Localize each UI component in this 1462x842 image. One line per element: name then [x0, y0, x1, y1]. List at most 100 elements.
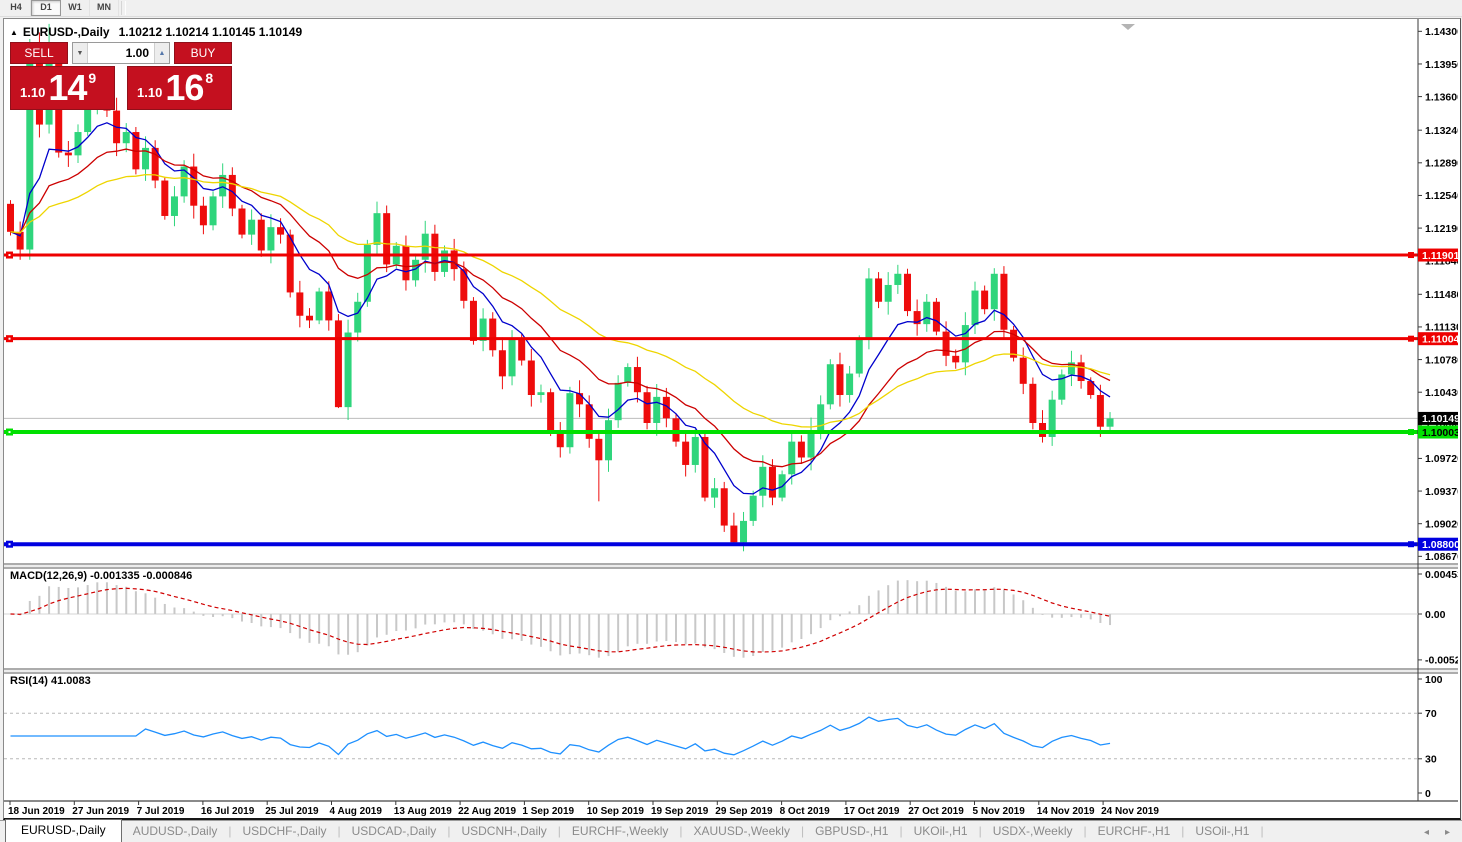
candle-body: [673, 418, 680, 441]
candle-body: [808, 430, 815, 457]
candle-body: [576, 393, 583, 404]
volume-input[interactable]: [88, 43, 154, 63]
candle-body: [123, 132, 130, 143]
timeframe-h4[interactable]: H4: [2, 0, 31, 16]
scroll-to-end-icon[interactable]: [1121, 24, 1135, 30]
candle-body: [518, 339, 525, 360]
sell-button[interactable]: SELL: [10, 42, 68, 64]
candle-body: [1039, 423, 1046, 437]
candle-body: [499, 350, 506, 376]
price-tick-label: 1.09370: [1425, 486, 1458, 498]
chart-canvas[interactable]: 1.143001.139501.136001.132401.128901.125…: [4, 19, 1458, 816]
candle-body: [248, 220, 255, 235]
hline-handle-dot: [9, 254, 11, 256]
date-label: 17 Oct 2019: [844, 806, 900, 816]
timeframe-toolbar: H4D1W1MN: [0, 0, 1462, 17]
tab-usoil-h1[interactable]: USOil-,H1: [1184, 821, 1260, 842]
tab-eurchf-h1[interactable]: EURCHF-,H1: [1087, 821, 1182, 842]
candle-body: [258, 220, 265, 251]
price-tick-label: 1.11130: [1425, 322, 1458, 334]
candle-body: [451, 250, 458, 269]
date-label: 18 Jun 2019: [8, 806, 65, 816]
candle-body: [537, 392, 544, 395]
rsi-axis-label: 100: [1425, 674, 1443, 686]
tab-xauusd-weekly[interactable]: XAUUSD-,Weekly: [682, 821, 800, 842]
candle-body: [1097, 395, 1104, 427]
volume-decrease-button[interactable]: ▼: [73, 43, 88, 63]
candle-body: [306, 316, 313, 321]
tab-ukoil-h1[interactable]: UKOil-,H1: [903, 821, 979, 842]
hline-right-handle[interactable]: [1408, 429, 1414, 435]
candle-body: [374, 213, 381, 245]
candle-body: [238, 209, 245, 235]
collapse-chart-icon[interactable]: ▲: [10, 28, 18, 37]
macd-axis-label: 0.00: [1425, 609, 1446, 621]
candle-body: [875, 278, 882, 301]
candle-body: [509, 339, 516, 376]
hline-price-label-text: 1.10003: [1422, 427, 1458, 439]
pane-splitter[interactable]: [4, 565, 1458, 567]
buy-button[interactable]: BUY: [174, 42, 232, 64]
tab-gbpusd-h1[interactable]: GBPUSD-,H1: [804, 821, 899, 842]
timeframe-w1[interactable]: W1: [61, 0, 90, 16]
date-label: 27 Oct 2019: [908, 806, 964, 816]
tab-usdx-weekly[interactable]: USDX-,Weekly: [982, 821, 1084, 842]
chart-window: 1.143001.139501.136001.132401.128901.125…: [3, 18, 1461, 820]
chart-title: ▲EURUSD-,Daily1.10212 1.10214 1.10145 1.…: [10, 25, 302, 39]
price-tick-label: 1.14300: [1425, 26, 1458, 38]
tab-usdchf-daily[interactable]: USDCHF-,Daily: [232, 821, 338, 842]
hline-right-handle[interactable]: [1408, 336, 1414, 342]
candle-body: [190, 167, 197, 206]
price-tick-label: 1.13950: [1425, 59, 1458, 71]
hline-right-handle[interactable]: [1408, 252, 1414, 258]
tab-scroll-left-icon[interactable]: ◂: [1424, 827, 1429, 838]
date-label: 5 Nov 2019: [973, 806, 1026, 816]
buy-price-display[interactable]: 1.10 16 8: [127, 66, 232, 110]
date-label: 19 Sep 2019: [651, 806, 709, 816]
candle-body: [181, 167, 188, 197]
candle-body: [769, 467, 776, 498]
candle-body: [296, 292, 303, 315]
hline-right-handle[interactable]: [1408, 541, 1414, 547]
buy-price-big: 16: [165, 72, 203, 104]
tab-scroll-right-icon[interactable]: ▸: [1445, 827, 1450, 838]
candle-body: [547, 392, 554, 432]
tab-eurchf-weekly[interactable]: EURCHF-,Weekly: [561, 821, 679, 842]
candle-body: [277, 227, 284, 234]
candle-body: [759, 467, 766, 496]
timeframe-d1[interactable]: D1: [31, 0, 61, 16]
candle-body: [846, 374, 853, 395]
candle-body: [991, 274, 998, 309]
candle-body: [566, 393, 573, 447]
candle-body: [431, 234, 438, 272]
candle-body: [615, 383, 622, 420]
price-tick-label: 1.12190: [1425, 223, 1458, 235]
candle-body: [161, 181, 168, 216]
volume-increase-button[interactable]: ▲: [154, 43, 169, 63]
pane-splitter[interactable]: [4, 670, 1458, 672]
sell-price-display[interactable]: 1.10 14 9: [10, 66, 115, 110]
timeframe-mn[interactable]: MN: [90, 0, 119, 16]
date-label: 24 Nov 2019: [1101, 806, 1159, 816]
candle-body: [605, 420, 612, 460]
tab-usdcad-daily[interactable]: USDCAD-,Daily: [341, 821, 448, 842]
current-price-label-text: 1.10149: [1422, 413, 1458, 425]
tab-usdcnh-daily[interactable]: USDCNH-,Daily: [450, 821, 557, 842]
buy-price-pip: 8: [205, 70, 213, 86]
candle-body: [345, 333, 352, 408]
price-tick-label: 1.10430: [1425, 387, 1458, 399]
date-label: 1 Sep 2019: [522, 806, 574, 816]
tab-eurusd-daily[interactable]: EURUSD-,Daily: [5, 819, 122, 842]
rsi-axis-label: 30: [1425, 754, 1437, 766]
sell-price-big: 14: [48, 72, 86, 104]
hline-price-label-text: 1.08800: [1422, 539, 1458, 551]
candle-body: [1020, 358, 1027, 384]
candle-body: [402, 246, 409, 281]
price-tick-label: 1.12540: [1425, 190, 1458, 202]
candle-body: [316, 292, 323, 321]
candle-body: [981, 291, 988, 310]
candle-body: [267, 227, 274, 250]
candle-body: [923, 302, 930, 324]
candle-body: [557, 432, 564, 447]
tab-audusd-daily[interactable]: AUDUSD-,Daily: [122, 821, 229, 842]
